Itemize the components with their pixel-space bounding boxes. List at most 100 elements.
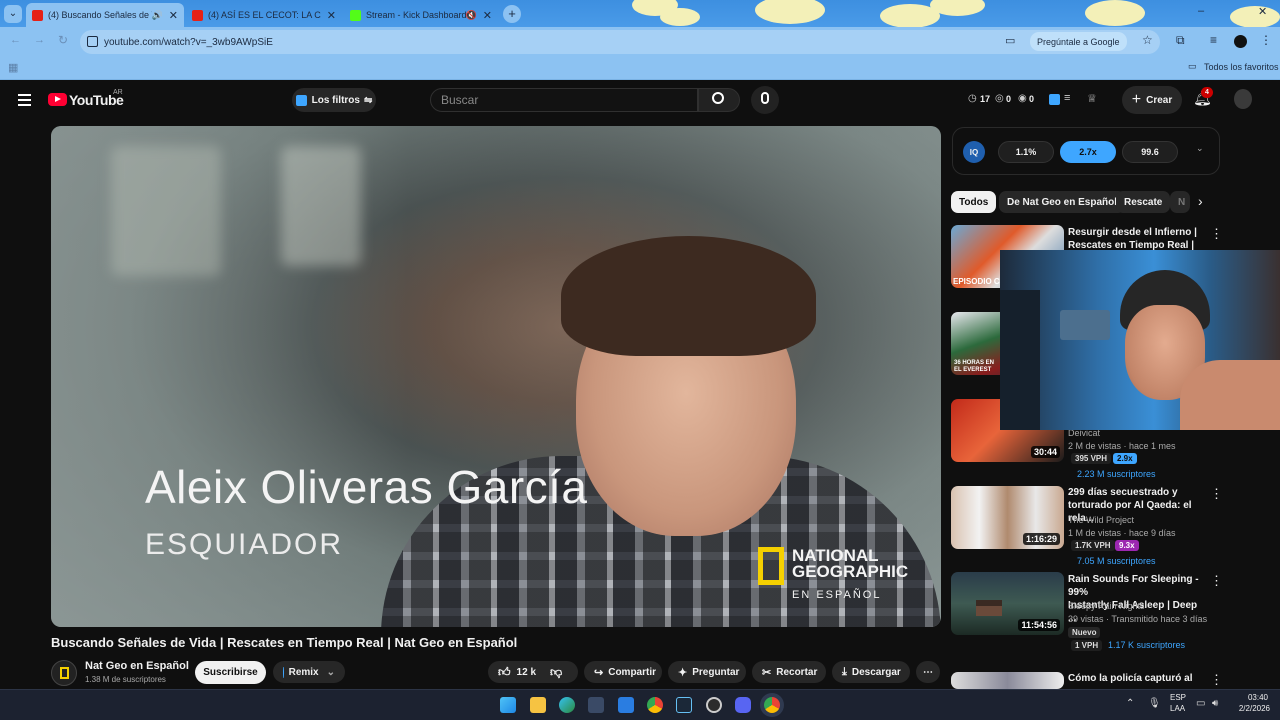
obs-icon[interactable] <box>706 697 722 713</box>
eye-icon: ◉ <box>1018 93 1027 104</box>
shelf-shape <box>1060 310 1110 340</box>
more-vertical-icon[interactable]: ⋮ <box>1210 573 1223 589</box>
language-layout[interactable]: LAA <box>1170 704 1185 713</box>
voice-search-button[interactable] <box>751 86 779 114</box>
remix-button[interactable]: Remix ⌄ <box>273 661 345 683</box>
dislike-icon[interactable]: 👎︎ <box>550 665 562 680</box>
language-code[interactable]: ESP <box>1170 693 1186 702</box>
mail-icon[interactable] <box>618 697 634 713</box>
youtube-header: YouTube AR Los filtros ⇋ Buscar ◷ 17 ◎ 0… <box>0 80 1280 120</box>
cast-icon[interactable]: ▭ <box>1005 34 1015 47</box>
media-icon[interactable]: ≡ <box>1210 33 1217 47</box>
window-blur <box>111 146 221 276</box>
subscribe-button[interactable]: Suscribirse <box>195 661 266 684</box>
recommended-title[interactable]: Cómo la policía capturó al <box>1068 672 1206 685</box>
edge-browser-icon[interactable] <box>559 697 575 713</box>
extensions-icon[interactable]: ⧉ <box>1176 33 1185 48</box>
close-tab-icon[interactable]: ✕ <box>327 9 336 22</box>
search-input[interactable]: Buscar <box>430 88 698 112</box>
tab-kick[interactable]: Stream - Kick Dashboard 🔇 ✕ <box>344 3 498 27</box>
menu-icon[interactable]: ⋮ <box>1260 33 1272 47</box>
discord-icon[interactable] <box>735 697 751 713</box>
ask-button[interactable]: ✦ Preguntar <box>668 661 746 683</box>
list-icon[interactable]: ≡ <box>1064 92 1070 104</box>
trophy-icon[interactable]: ♕ <box>1087 92 1097 105</box>
reload-icon[interactable]: ↻ <box>58 33 68 47</box>
tab-cecot[interactable]: (4) ASÍ ES EL CECOT: LA CÁRCE ✕ <box>186 3 342 27</box>
more-vertical-icon[interactable]: ⋮ <box>1210 672 1223 688</box>
like-count[interactable]: 12 k <box>517 667 536 678</box>
profile-avatar[interactable] <box>1234 35 1247 48</box>
close-window-icon[interactable]: ✕ <box>1258 5 1267 18</box>
back-icon[interactable]: ← <box>10 34 21 46</box>
store-icon[interactable] <box>588 697 604 713</box>
iq-metric-1[interactable]: 1.1% <box>998 141 1054 163</box>
url-field[interactable]: youtube.com/watch?v=_3wb9AWpSiE ▭ Pregún… <box>80 30 1160 54</box>
recommended-channel[interactable]: The Wild Project <box>1068 515 1134 525</box>
clip-button[interactable]: ✂ Recortar <box>752 661 826 683</box>
like-icon[interactable]: 👍︎ <box>498 665 511 680</box>
new-tab-button[interactable]: + <box>503 5 521 23</box>
iq-extension-icon[interactable] <box>1049 94 1060 105</box>
clock-time[interactable]: 03:40 <box>1234 693 1268 702</box>
close-tab-icon[interactable]: ✕ <box>483 9 492 22</box>
vph-badge: 1 VPH <box>1071 640 1103 651</box>
chevron-down-icon[interactable]: ⌄ <box>1196 143 1204 154</box>
close-tab-icon[interactable]: ✕ <box>169 9 178 22</box>
filters-button[interactable]: Los filtros ⇋ <box>292 88 376 112</box>
chevron-right-icon[interactable]: › <box>1198 193 1203 209</box>
channel-avatar[interactable] <box>51 660 77 686</box>
chrome-active-icon[interactable] <box>764 697 780 713</box>
speaker-muted-icon[interactable]: 🔇 <box>466 10 477 21</box>
tab-search-button[interactable]: ⌄ <box>4 5 22 23</box>
video-player[interactable]: Aleix Oliveras García ESQUIADOR NATIONAL… <box>51 126 941 627</box>
iq-logo-icon[interactable]: IQ <box>963 141 985 163</box>
recommended-channel[interactable]: Sleepy Rain Nights <box>1068 601 1145 611</box>
more-actions-button[interactable]: ⋯ <box>916 661 940 683</box>
new-badge: Nuevo <box>1068 627 1101 638</box>
clock-date[interactable]: 2/2/2026 <box>1230 704 1270 713</box>
volume-icon[interactable]: 🔊︎ <box>1212 698 1218 709</box>
nat-geo-logo-icon <box>60 667 69 679</box>
apps-grid-icon[interactable]: ▦ <box>8 61 18 74</box>
all-favorites-link[interactable]: Todos los favoritos <box>1204 62 1279 72</box>
account-avatar[interactable] <box>1234 89 1252 109</box>
speaker-icon[interactable]: 🔊 <box>152 10 163 21</box>
more-vertical-icon[interactable]: ⋮ <box>1210 486 1223 502</box>
minimize-icon[interactable]: – <box>1198 5 1204 17</box>
tab-youtube-active[interactable]: (4) Buscando Señales de Vi 🔊 ✕ <box>26 3 184 27</box>
forward-icon[interactable]: → <box>34 34 45 46</box>
title-line: Resurgir desde el Infierno | <box>1068 227 1197 238</box>
share-icon: ↪ <box>594 666 604 679</box>
steam-icon[interactable] <box>676 697 692 713</box>
chip-rescue[interactable]: Rescate <box>1116 191 1171 213</box>
search-button[interactable] <box>698 88 740 112</box>
chip-all[interactable]: Todos <box>951 191 997 213</box>
iq-metric-3[interactable]: 99.6 <box>1122 141 1178 163</box>
recommended-thumbnail[interactable]: 1:16:29 <box>951 486 1064 549</box>
site-info-icon[interactable] <box>87 36 98 47</box>
youtube-logo-icon[interactable] <box>48 93 67 106</box>
recommended-thumbnail[interactable] <box>951 672 1064 689</box>
file-explorer-icon[interactable] <box>530 697 546 713</box>
chrome-icon[interactable] <box>647 697 663 713</box>
stat-count-c: 0 <box>1029 94 1035 104</box>
more-vertical-icon[interactable]: ⋮ <box>1210 226 1223 242</box>
microphone-tray-icon[interactable]: 🎙︎ <box>1148 698 1161 709</box>
share-button[interactable]: ↪ Compartir <box>584 661 662 683</box>
start-windows-icon[interactable] <box>500 697 516 713</box>
recommended-thumbnail[interactable]: 11:54:56 <box>951 572 1064 635</box>
nat-geo-wordmark: NATIONAL GEOGRAPHIC <box>792 547 908 580</box>
create-button[interactable]: + Crear <box>1122 86 1182 114</box>
download-button[interactable]: ⤓ Descargar <box>832 661 910 683</box>
chip-more[interactable]: N <box>1170 191 1190 213</box>
iq-metric-2[interactable]: 2.7x <box>1060 141 1116 163</box>
bookmark-star-icon[interactable]: ☆ <box>1142 33 1153 47</box>
ask-google-button[interactable]: Pregúntale a Google <box>1030 32 1127 51</box>
chip-channel[interactable]: De Nat Geo en Español <box>999 191 1126 213</box>
channel-name[interactable]: Nat Geo en Español <box>85 660 189 672</box>
video-duration: 30:44 <box>1030 446 1060 458</box>
kick-favicon-icon <box>350 9 361 21</box>
tray-overflow-icon[interactable]: ⌃ <box>1126 698 1134 709</box>
network-icon[interactable]: ▭ <box>1196 698 1205 709</box>
